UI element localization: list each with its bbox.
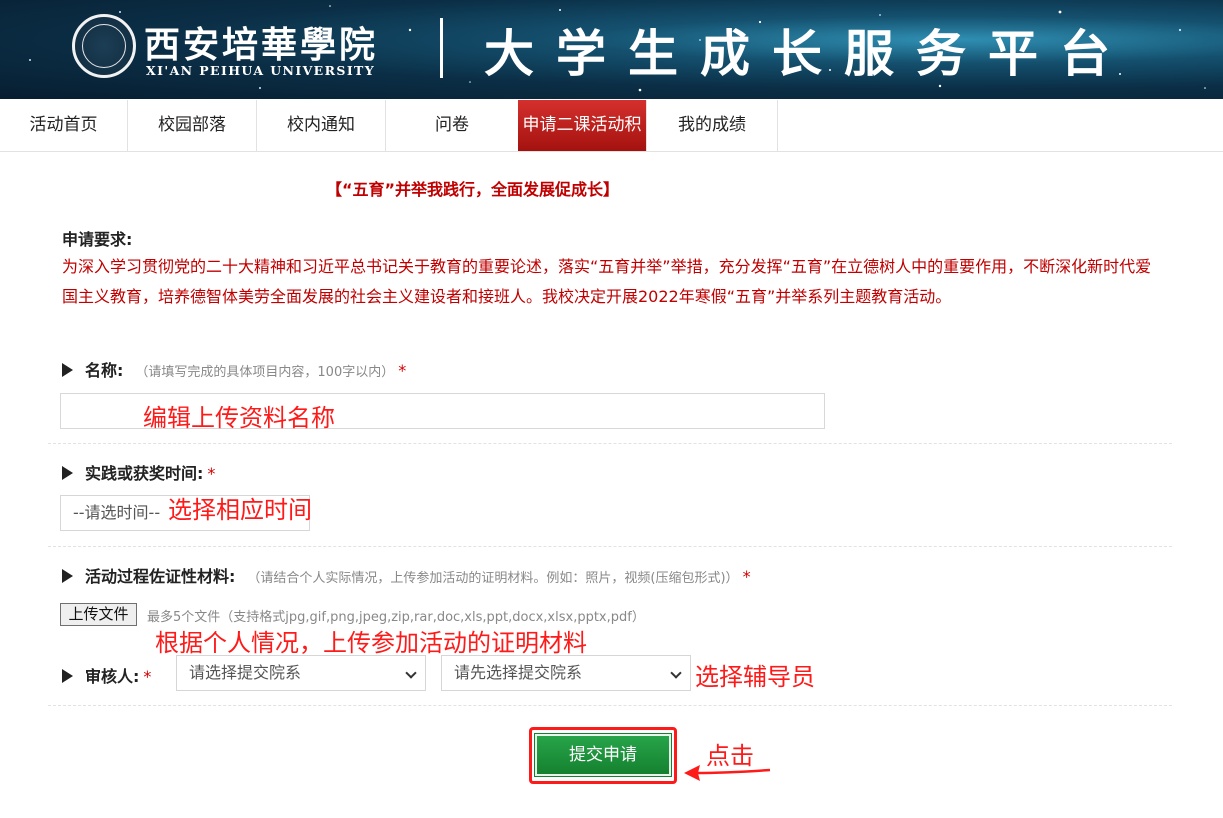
slogan-heading: 【“五育”并举我践行，全面发展促成长】 [326, 180, 620, 199]
nav-item-campus-notice[interactable]: 校内通知 [257, 100, 386, 151]
annotation-time: 选择相应时间 [168, 496, 312, 524]
requirements-title: 申请要求: [62, 230, 133, 249]
main-nav: 活动首页 校园部落 校内通知 问卷 申请二课活动积 我的成绩 [0, 100, 1223, 152]
arrow-left-icon [684, 765, 771, 781]
time-field-label: 实践或获奖时间: * [62, 460, 215, 484]
upload-file-button[interactable]: 上传文件 [60, 603, 137, 626]
section-divider [48, 546, 1172, 547]
required-mark: * [143, 667, 152, 686]
required-mark: * [398, 361, 407, 380]
triangle-bullet-icon [62, 569, 73, 583]
counselor-select[interactable]: 请先选择提交院系 [441, 655, 691, 691]
chevron-down-icon [670, 667, 682, 679]
university-name-cn: 西安培華學院 [144, 24, 379, 66]
department-select[interactable]: 请选择提交院系 [176, 655, 426, 691]
section-divider [48, 705, 1172, 706]
university-seal-icon [72, 14, 136, 78]
platform-title: 大学生成长服务平台 [484, 24, 1132, 83]
materials-hint: （请结合个人实际情况，上传参加活动的证明材料。例如：照片，视频(压缩包形式)） [247, 571, 739, 586]
triangle-bullet-icon [62, 466, 73, 480]
annotation-reviewer: 选择辅导员 [695, 663, 815, 691]
header-banner: 西安培華學院 XI'AN PEIHUA UNIVERSITY 大学生成长服务平台 [0, 0, 1223, 99]
chevron-down-icon [405, 667, 417, 679]
triangle-bullet-icon [62, 669, 73, 683]
nav-item-activity-home[interactable]: 活动首页 [0, 100, 128, 151]
nav-item-survey[interactable]: 问卷 [386, 100, 518, 151]
submit-application-button[interactable]: 提交申请 [534, 733, 672, 777]
materials-field-label: 活动过程佐证性材料: （请结合个人实际情况，上传参加活动的证明材料。例如：照片，视… [62, 563, 751, 587]
annotation-name: 编辑上传资料名称 [143, 404, 335, 432]
name-field-label: 名称: （请填写完成的具体项目内容，100字以内） * [62, 357, 406, 381]
nav-item-campus-tribe[interactable]: 校园部落 [128, 100, 257, 151]
annotation-materials: 根据个人情况，上传参加活动的证明材料 [155, 629, 587, 657]
university-name-en: XI'AN PEIHUA UNIVERSITY [146, 63, 376, 78]
section-divider [48, 443, 1172, 444]
required-mark: * [207, 464, 216, 483]
reviewer-field-label: 审核人: * [62, 663, 151, 687]
triangle-bullet-icon [62, 363, 73, 377]
banner-divider [440, 18, 443, 78]
nav-item-apply-activity[interactable]: 申请二课活动积 [518, 100, 647, 151]
required-mark: * [742, 567, 751, 586]
requirements-text: 为深入学习贯彻党的二十大精神和习近平总书记关于教育的重要论述，落实“五育并举”举… [62, 257, 1152, 306]
nav-item-my-scores[interactable]: 我的成绩 [647, 100, 778, 151]
name-hint: （请填写完成的具体项目内容，100字以内） [135, 365, 395, 380]
